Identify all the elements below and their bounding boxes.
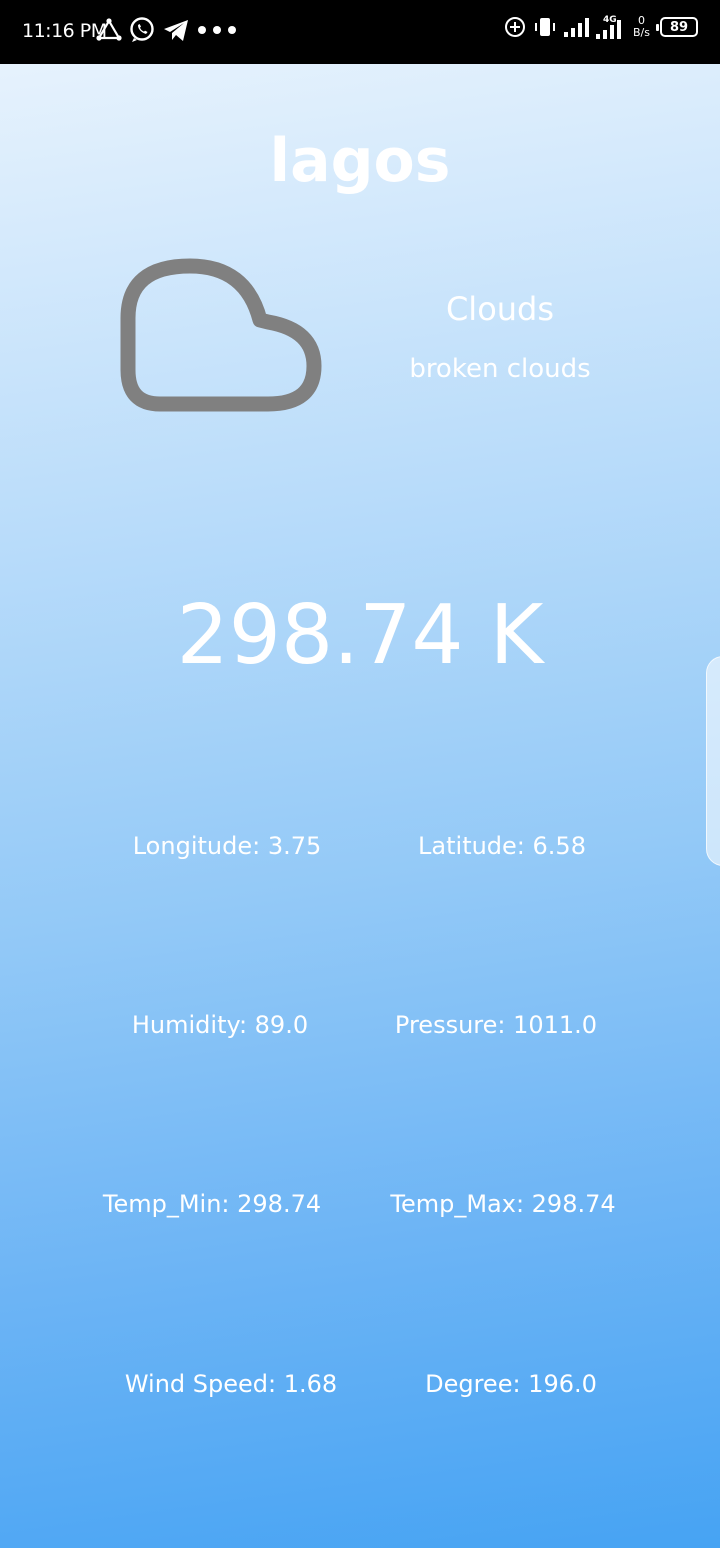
battery-icon: 89 <box>656 17 698 37</box>
weather-main: Clouds <box>445 290 555 328</box>
data-saver-icon <box>505 17 526 37</box>
network-speed: 0 B/s <box>633 15 650 39</box>
svg-text:4G: 4G <box>603 15 617 25</box>
whatsapp-icon <box>130 17 154 42</box>
weather-description: broken clouds <box>409 354 591 384</box>
temp-max-stat: Temp_Max: 298.74 <box>390 1190 616 1218</box>
status-bar: 11:16 PM 4G 0 B/s 89 <box>0 0 720 64</box>
edge-panel-handle[interactable] <box>706 656 720 866</box>
triangle-app-icon <box>96 18 122 41</box>
longitude-stat: Longitude: 3.75 <box>132 832 322 860</box>
weather-screen: lagos Clouds broken clouds 298.74 K Long… <box>0 64 720 1548</box>
wind-speed-stat: Wind Speed: 1.68 <box>124 1370 338 1398</box>
vibrate-icon <box>535 18 556 36</box>
battery-level: 89 <box>669 19 689 35</box>
degree-stat: Degree: 196.0 <box>425 1370 597 1398</box>
notification-icons <box>96 16 238 44</box>
temp-min-stat: Temp_Min: 298.74 <box>102 1190 322 1218</box>
city-name: lagos <box>269 126 451 196</box>
more-dots-icon <box>198 26 236 34</box>
signal-4g-icon: 4G <box>596 15 622 39</box>
status-time: 11:16 PM <box>22 20 107 42</box>
latitude-stat: Latitude: 6.58 <box>418 832 586 860</box>
telegram-icon <box>164 20 188 41</box>
temperature: 298.74 K <box>176 588 544 683</box>
network-speed-unit: B/s <box>633 26 650 39</box>
system-icons: 4G 0 B/s 89 <box>503 14 698 40</box>
signal-icon <box>564 18 590 37</box>
cloud-icon <box>120 258 322 412</box>
humidity-stat: Humidity: 89.0 <box>131 1011 309 1039</box>
pressure-stat: Pressure: 1011.0 <box>394 1011 598 1039</box>
